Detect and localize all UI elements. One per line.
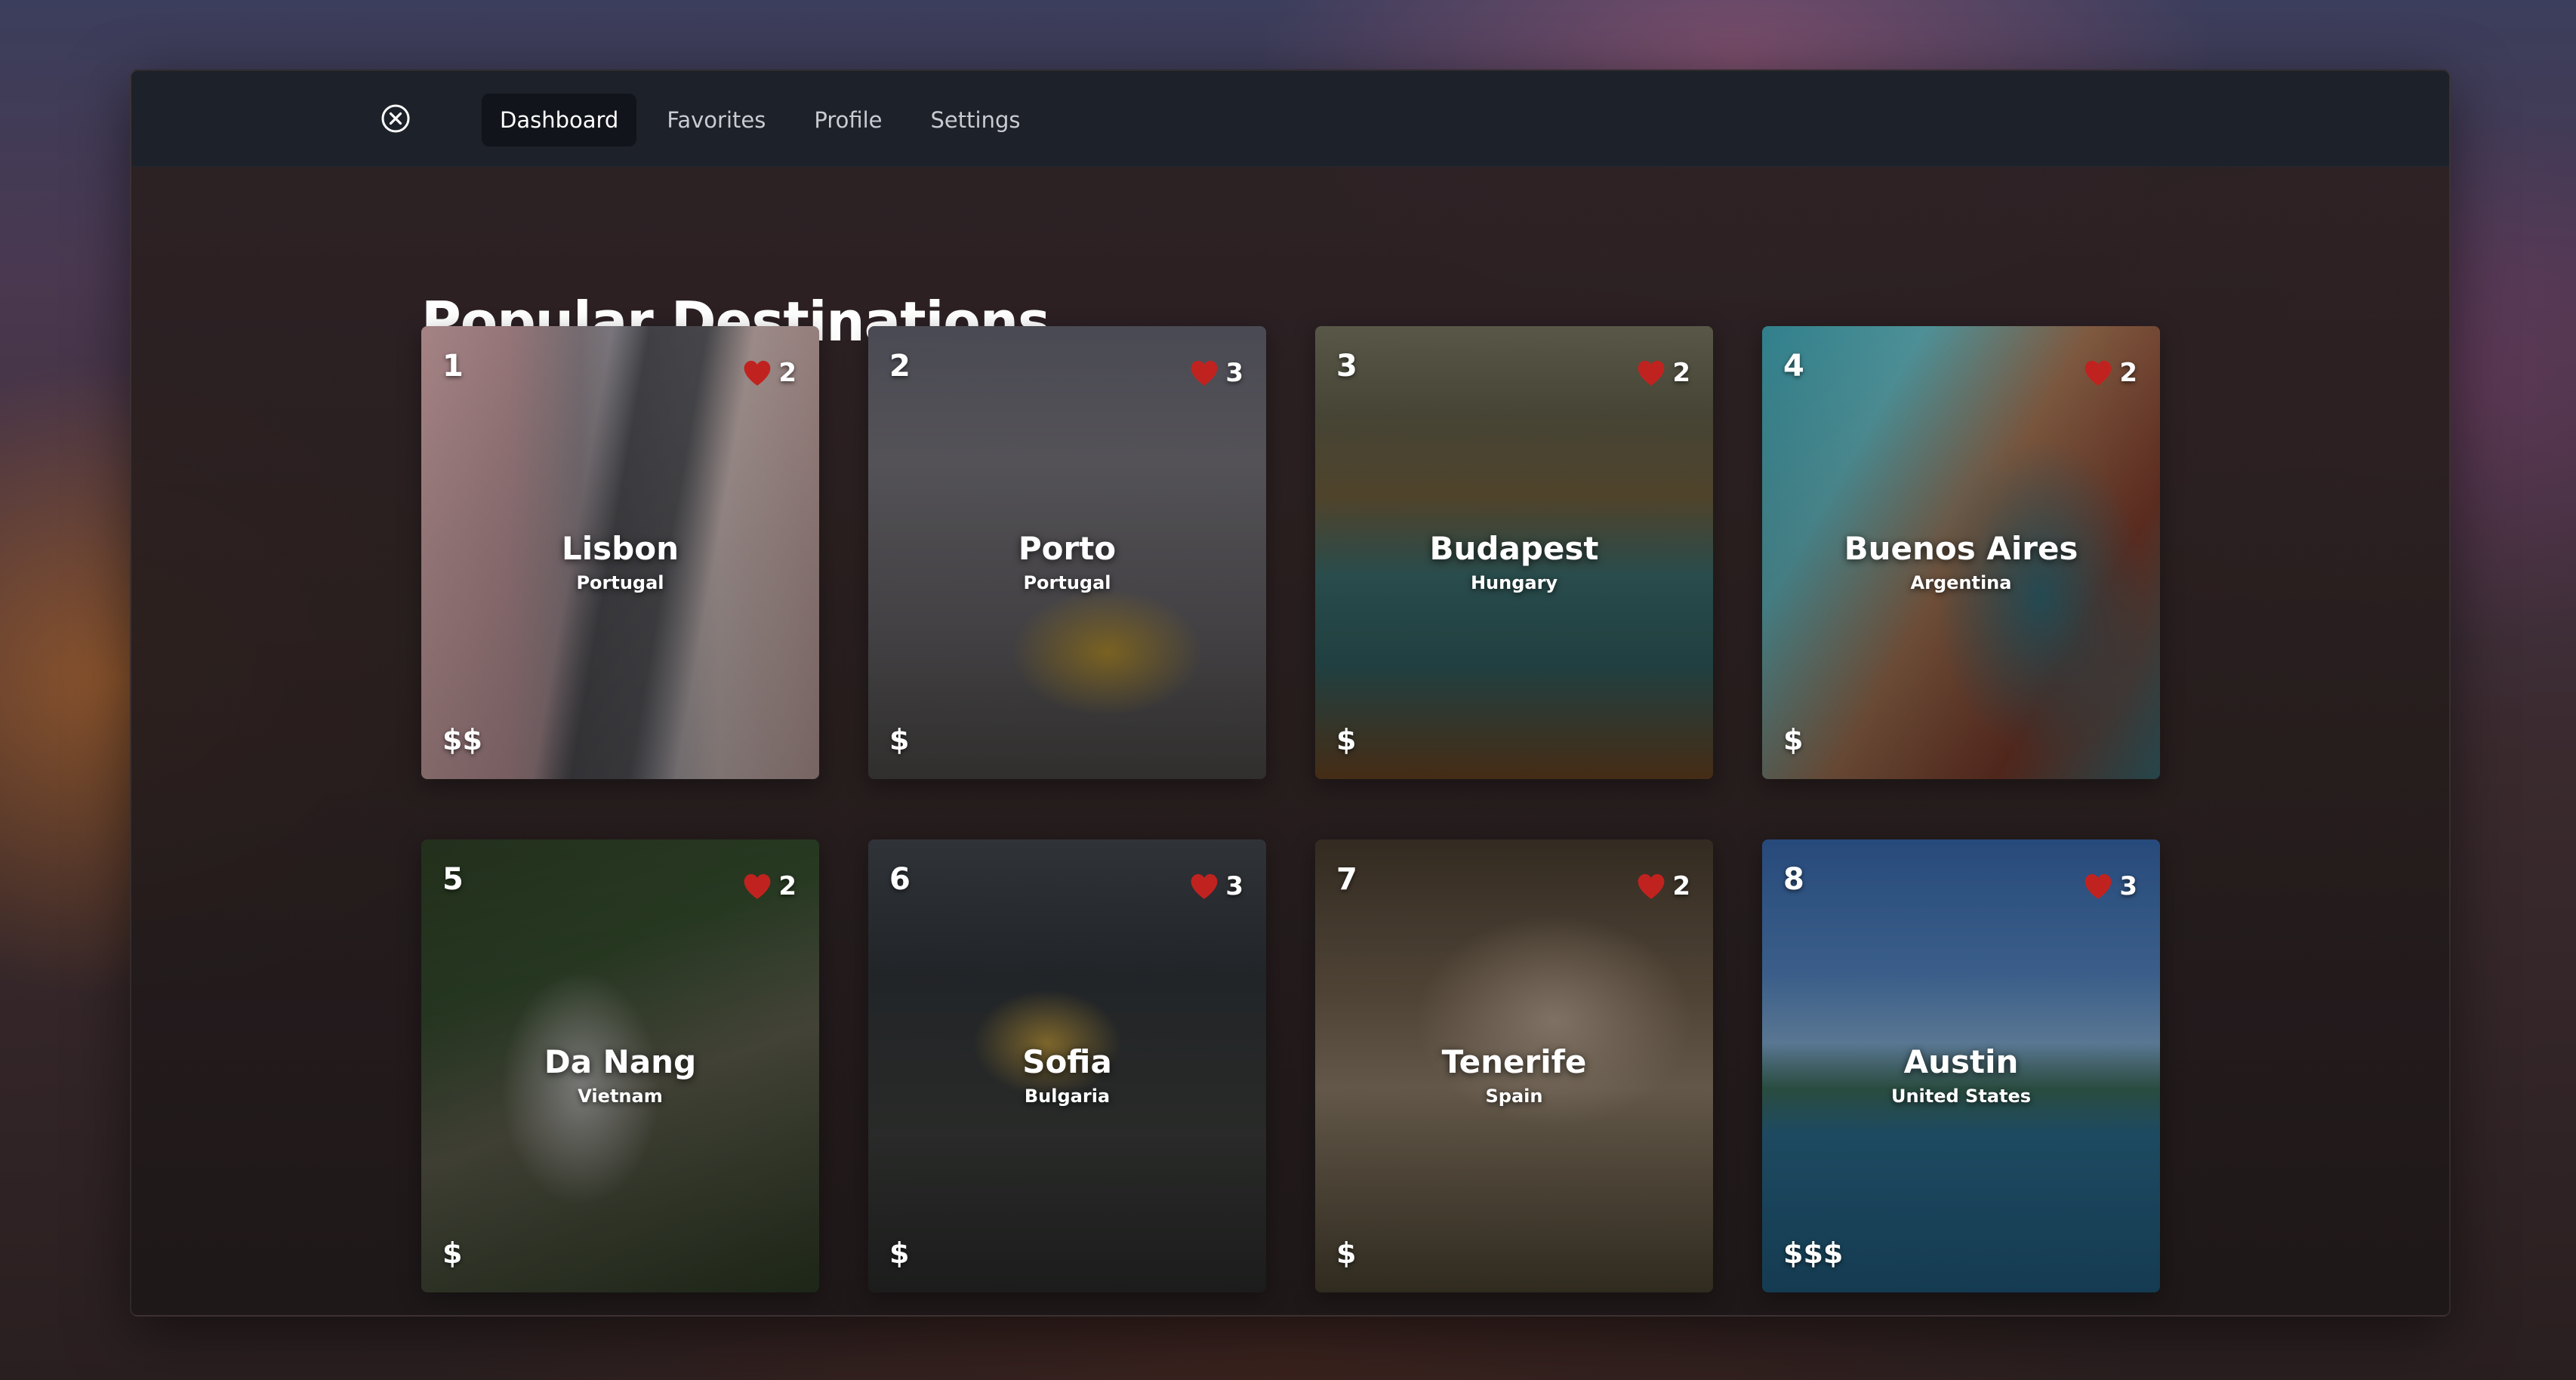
destination-card[interactable]: 4 2 Buenos Aires Argentina $ bbox=[1762, 326, 2160, 779]
like-count: 2 bbox=[778, 871, 797, 901]
card-country: Argentina bbox=[1910, 572, 2012, 593]
card-likes[interactable]: 3 bbox=[2083, 871, 2137, 901]
card-country: Hungary bbox=[1470, 572, 1558, 593]
card-price: $ bbox=[1783, 723, 1804, 756]
card-country: Bulgaria bbox=[1024, 1086, 1111, 1107]
card-rank: 6 bbox=[889, 862, 911, 897]
card-country: Portugal bbox=[576, 572, 664, 593]
card-rank: 2 bbox=[889, 349, 911, 384]
close-circle-icon[interactable] bbox=[381, 103, 411, 134]
heart-icon[interactable] bbox=[2083, 359, 2113, 387]
card-likes[interactable]: 3 bbox=[1189, 871, 1243, 901]
card-rank: 8 bbox=[1783, 862, 1804, 897]
card-likes[interactable]: 2 bbox=[1636, 871, 1690, 901]
destination-card[interactable]: 7 2 Tenerife Spain $ bbox=[1315, 839, 1713, 1292]
like-count: 2 bbox=[778, 358, 797, 388]
destination-card[interactable]: 8 3 Austin United States $$$ bbox=[1762, 839, 2160, 1292]
tab-dashboard[interactable]: Dashboard bbox=[482, 94, 637, 146]
like-count: 3 bbox=[1225, 871, 1243, 901]
card-price: $$ bbox=[442, 723, 482, 756]
card-city: Tenerife bbox=[1441, 1043, 1587, 1080]
top-navbar: Dashboard Favorites Profile Settings bbox=[131, 71, 2449, 167]
heart-icon[interactable] bbox=[1189, 873, 1219, 900]
card-country: Spain bbox=[1485, 1086, 1543, 1107]
destination-card[interactable]: 5 2 Da Nang Vietnam $ bbox=[421, 839, 819, 1292]
card-city: Austin bbox=[1903, 1043, 2019, 1080]
card-rank: 5 bbox=[442, 862, 464, 897]
card-price: $ bbox=[442, 1237, 463, 1270]
card-city: Porto bbox=[1018, 530, 1117, 567]
card-likes[interactable]: 2 bbox=[742, 871, 797, 901]
destination-card[interactable]: 2 3 Porto Portugal $ bbox=[868, 326, 1266, 779]
card-country: United States bbox=[1890, 1086, 2032, 1107]
card-city: Da Nang bbox=[544, 1043, 697, 1080]
card-rank: 3 bbox=[1336, 349, 1357, 384]
card-city: Lisbon bbox=[562, 530, 679, 567]
like-count: 3 bbox=[1225, 358, 1243, 388]
destination-card[interactable]: 6 3 Sofia Bulgaria $ bbox=[868, 839, 1266, 1292]
heart-icon[interactable] bbox=[742, 873, 772, 900]
app-window: Dashboard Favorites Profile Settings Pop… bbox=[130, 69, 2451, 1317]
destination-card[interactable]: 3 2 Budapest Hungary $ bbox=[1315, 326, 1713, 779]
like-count: 3 bbox=[2119, 871, 2137, 901]
heart-icon[interactable] bbox=[1636, 873, 1666, 900]
card-likes[interactable]: 3 bbox=[1189, 358, 1243, 388]
card-price: $ bbox=[889, 1237, 910, 1270]
card-rank: 4 bbox=[1783, 349, 1804, 384]
card-likes[interactable]: 2 bbox=[2083, 358, 2137, 388]
card-price: $ bbox=[1336, 1237, 1357, 1270]
card-likes[interactable]: 2 bbox=[742, 358, 797, 388]
destination-card[interactable]: 1 2 Lisbon Portugal $$ bbox=[421, 326, 819, 779]
tab-profile[interactable]: Profile bbox=[796, 94, 900, 146]
card-city: Budapest bbox=[1429, 530, 1599, 567]
card-rank: 1 bbox=[442, 349, 464, 384]
card-country: Vietnam bbox=[578, 1086, 663, 1107]
like-count: 2 bbox=[1672, 358, 1690, 388]
tab-settings[interactable]: Settings bbox=[913, 94, 1039, 146]
card-city: Sofia bbox=[1022, 1043, 1112, 1080]
heart-icon[interactable] bbox=[742, 359, 772, 387]
card-price: $$$ bbox=[1783, 1237, 1844, 1270]
tab-favorites[interactable]: Favorites bbox=[649, 94, 784, 146]
card-rank: 7 bbox=[1336, 862, 1357, 897]
card-price: $ bbox=[1336, 723, 1357, 756]
like-count: 2 bbox=[1672, 871, 1690, 901]
card-price: $ bbox=[889, 723, 910, 756]
destinations-grid: 1 2 Lisbon Portugal $$ 2 3 Porto Portuga… bbox=[421, 326, 2160, 1292]
heart-icon[interactable] bbox=[1636, 359, 1666, 387]
card-likes[interactable]: 2 bbox=[1636, 358, 1690, 388]
like-count: 2 bbox=[2119, 358, 2137, 388]
heart-icon[interactable] bbox=[1189, 359, 1219, 387]
nav-tabs: Dashboard Favorites Profile Settings bbox=[482, 94, 1038, 146]
card-country: Portugal bbox=[1023, 572, 1111, 593]
card-city: Buenos Aires bbox=[1844, 530, 2078, 567]
heart-icon[interactable] bbox=[2083, 873, 2113, 900]
